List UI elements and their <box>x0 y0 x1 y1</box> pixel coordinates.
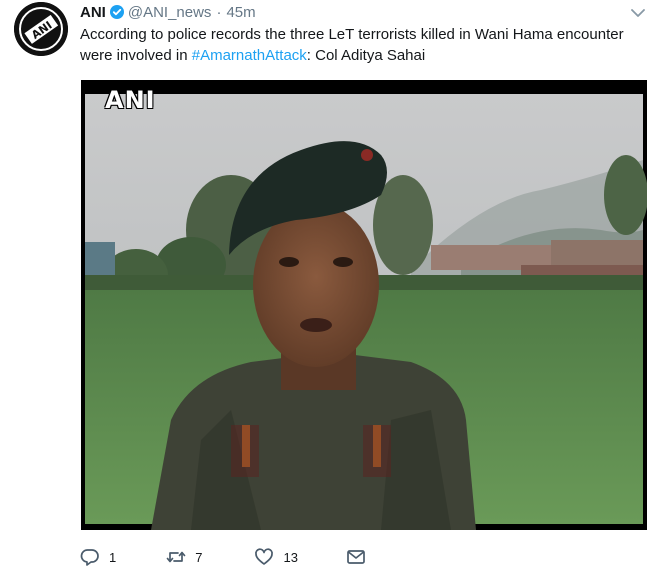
direct-message-button[interactable] <box>346 547 366 567</box>
tweet-card: ANI ANI @ANI_news · 45m According to pol… <box>0 0 660 572</box>
like-count: 13 <box>283 549 298 565</box>
tweet-text: According to police records the three Le… <box>80 24 640 66</box>
retweet-icon <box>166 551 186 563</box>
tweet-text-after: : Col Aditya Sahai <box>306 47 426 64</box>
media-watermark: ANI <box>105 86 156 114</box>
like-button[interactable]: 13 <box>254 547 298 567</box>
retweet-button[interactable]: 7 <box>166 547 202 567</box>
ani-logo-icon: ANI <box>14 2 68 56</box>
heart-icon <box>255 548 274 565</box>
author-name[interactable]: ANI <box>80 4 106 21</box>
verified-badge-icon <box>109 5 124 19</box>
author-handle[interactable]: @ANI_news <box>128 4 212 21</box>
header-separator: · <box>216 3 222 21</box>
envelope-icon <box>347 550 365 564</box>
chevron-down-icon[interactable] <box>630 6 646 18</box>
media-photo <box>81 80 647 530</box>
tweet-header: ANI @ANI_news · 45m <box>80 2 256 22</box>
retweet-count: 7 <box>195 549 203 565</box>
reply-icon <box>80 549 99 566</box>
tweet-actions: 1 7 13 <box>80 545 406 569</box>
reply-count: 1 <box>109 549 117 565</box>
tweet-timestamp[interactable]: 45m <box>226 4 255 21</box>
hashtag-link[interactable]: #AmarnathAttack <box>192 47 307 64</box>
avatar[interactable]: ANI <box>14 2 68 56</box>
tweet-media-image[interactable]: ANI <box>81 80 647 530</box>
reply-button[interactable]: 1 <box>80 547 116 567</box>
